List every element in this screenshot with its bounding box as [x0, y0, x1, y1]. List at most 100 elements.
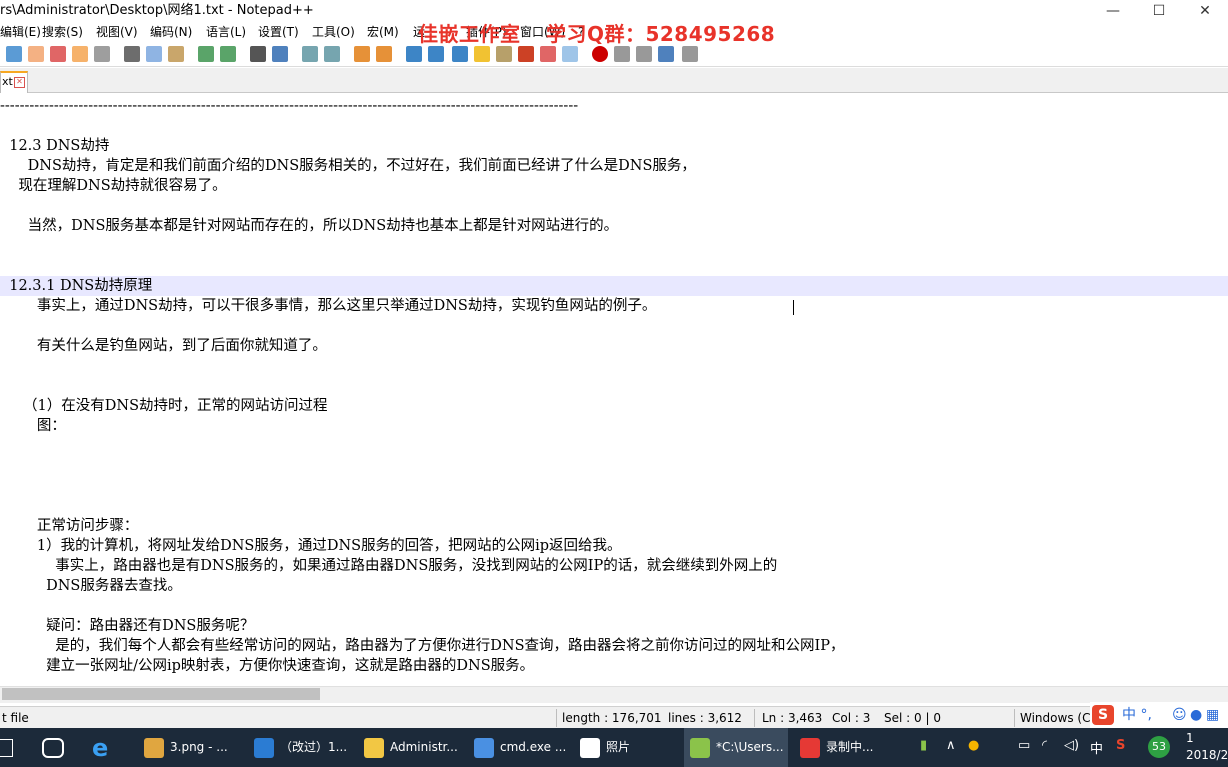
undo-icon[interactable] [198, 46, 214, 62]
indent-guide-icon[interactable] [452, 46, 468, 62]
scrollbar-thumb[interactable] [2, 688, 320, 700]
start-button[interactable] [0, 739, 13, 757]
maximize-button[interactable]: ☐ [1136, 0, 1182, 22]
editor-line: （1）在没有DNS劫持时，正常的网站访问过程 [0, 398, 328, 414]
photos-icon [580, 738, 600, 758]
menu-encoding[interactable]: 编码(N) [150, 22, 192, 42]
system-clock[interactable]: 1 2018/2 [1186, 730, 1228, 764]
view-icon[interactable] [562, 46, 578, 62]
close-window-button[interactable]: ✕ [1182, 0, 1228, 22]
volume-icon[interactable]: ◁) [1064, 738, 1079, 753]
status-eol: Windows (CR [1020, 711, 1099, 725]
editor-line: DNS服务器去查找。 [0, 578, 182, 594]
zoom-out-icon[interactable] [324, 46, 340, 62]
ime-emoji-icon[interactable]: ☺ [1172, 702, 1187, 728]
status-length: length : 176,701 [562, 711, 662, 725]
close-icon[interactable]: ✕ [14, 77, 25, 88]
taskbar-item-cmd[interactable]: cmd.exe ... [468, 728, 572, 767]
minimize-button[interactable]: — [1090, 0, 1136, 22]
open-icon[interactable] [28, 46, 44, 62]
recorder-icon [800, 738, 820, 758]
editor-current-line: 12.3.1 DNS劫持原理 [0, 276, 1228, 296]
cmd-icon [474, 738, 494, 758]
taskbar-item-word[interactable]: （改过）1... [248, 728, 352, 767]
taskbar: e 3.png - ... （改过）1... Administr... cmd.… [0, 728, 1228, 767]
save-icon[interactable] [50, 46, 66, 62]
taskbar-item-paint[interactable]: 3.png - ... [138, 728, 242, 767]
network-icon[interactable]: ◜ [1042, 738, 1047, 753]
save-all-icon[interactable] [72, 46, 88, 62]
notepadpp-icon [690, 738, 710, 758]
zoom-in-icon[interactable] [302, 46, 318, 62]
editor-line: DNS劫持，肯定是和我们前面介绍的DNS服务相关的，不过好在，我们前面已经讲了什… [0, 158, 696, 174]
menu-search[interactable]: 搜索(S) [42, 22, 83, 42]
chrome-tray-icon[interactable]: ● [968, 738, 979, 753]
ie-icon[interactable]: e [92, 734, 108, 762]
record-macro-icon[interactable] [592, 46, 608, 62]
menu-view[interactable]: 视图(V) [96, 22, 138, 42]
menu-language[interactable]: 语言(L) [206, 22, 246, 42]
ime-keyboard-icon[interactable]: ▦ [1206, 702, 1219, 728]
stop-macro-icon[interactable] [614, 46, 630, 62]
save-macro-icon[interactable] [682, 46, 698, 62]
sogou-tray-icon[interactable]: S [1116, 738, 1125, 753]
taskbar-item-explorer[interactable]: Administr... [358, 728, 462, 767]
taskbar-item-notepadpp[interactable]: *C:\Users... [684, 728, 788, 767]
print-icon[interactable] [94, 46, 110, 62]
status-lines: lines : 3,612 [668, 711, 742, 725]
function-list-icon[interactable] [496, 46, 512, 62]
editor-line: 建立一张网址/公网ip映射表，方便你快速查询，这就是路由器的DNS服务。 [0, 658, 535, 674]
sogou-icon[interactable]: S [1092, 705, 1114, 725]
horizontal-scrollbar[interactable] [0, 686, 1228, 703]
sync-vertical-icon[interactable] [354, 46, 370, 62]
word-wrap-icon[interactable] [406, 46, 422, 62]
power-icon[interactable]: ▭ [1018, 738, 1030, 753]
play-macro-icon[interactable] [636, 46, 652, 62]
run-macro-multiple-icon[interactable] [658, 46, 674, 62]
battery-icon[interactable]: ▮ [920, 738, 927, 753]
find-icon[interactable] [250, 46, 266, 62]
menu-macro[interactable]: 宏(M) [367, 22, 399, 42]
menu-edit[interactable]: 编辑(E) [0, 22, 41, 42]
copy-icon[interactable] [146, 46, 162, 62]
show-all-chars-icon[interactable] [428, 46, 444, 62]
word-icon [254, 738, 274, 758]
status-col: Col : 3 [832, 711, 871, 725]
doc-map-icon[interactable] [474, 46, 490, 62]
monitor-icon[interactable] [540, 46, 556, 62]
cut-icon[interactable] [124, 46, 140, 62]
paste-icon[interactable] [168, 46, 184, 62]
editor-line: 疑问：路由器还有DNS服务呢？ [0, 618, 255, 634]
taskbar-item-photos[interactable]: 照片 [574, 728, 678, 767]
redo-icon[interactable] [220, 46, 236, 62]
tray-expand-icon[interactable]: ∧ [946, 738, 956, 753]
tray-badge[interactable]: 53 [1148, 736, 1170, 758]
editor-line: ----------------------------------------… [0, 98, 579, 114]
sync-horizontal-icon[interactable] [376, 46, 392, 62]
folder-icon[interactable] [518, 46, 534, 62]
status-bar: t file length : 176,701 lines : 3,612 Ln… [0, 706, 1228, 729]
menu-tools[interactable]: 工具(O) [312, 22, 355, 42]
replace-icon[interactable] [272, 46, 288, 62]
file-tab[interactable]: xt ✕ [0, 71, 28, 93]
input-lang-indicator[interactable]: 中 [1090, 738, 1103, 757]
menu-settings[interactable]: 设置(T) [258, 22, 299, 42]
editor-line: 事实上，路由器也是有DNS服务的，如果通过路由器DNS服务，没找到网站的公网IP… [0, 558, 778, 574]
task-view-icon[interactable] [42, 738, 64, 758]
editor-line: 事实上，通过DNS劫持，可以干很多事情，那么这里只举通过DNS劫持，实现钓鱼网站… [0, 298, 657, 314]
ime-toolbar[interactable]: S 中 °, ☺ ● ▦ [1090, 702, 1228, 728]
taskbar-item-recorder[interactable]: 录制中... [794, 728, 898, 767]
editor-line: 有关什么是钓鱼网站，到了后面你就知道了。 [0, 338, 327, 354]
editor-area[interactable]: ----------------------------------------… [0, 93, 1228, 686]
toolbar [0, 42, 1228, 67]
new-icon[interactable] [6, 46, 22, 62]
ime-mode[interactable]: 中 °, [1122, 702, 1152, 728]
editor-line: 图： [0, 418, 66, 434]
ime-voice-icon[interactable]: ● [1190, 702, 1202, 728]
